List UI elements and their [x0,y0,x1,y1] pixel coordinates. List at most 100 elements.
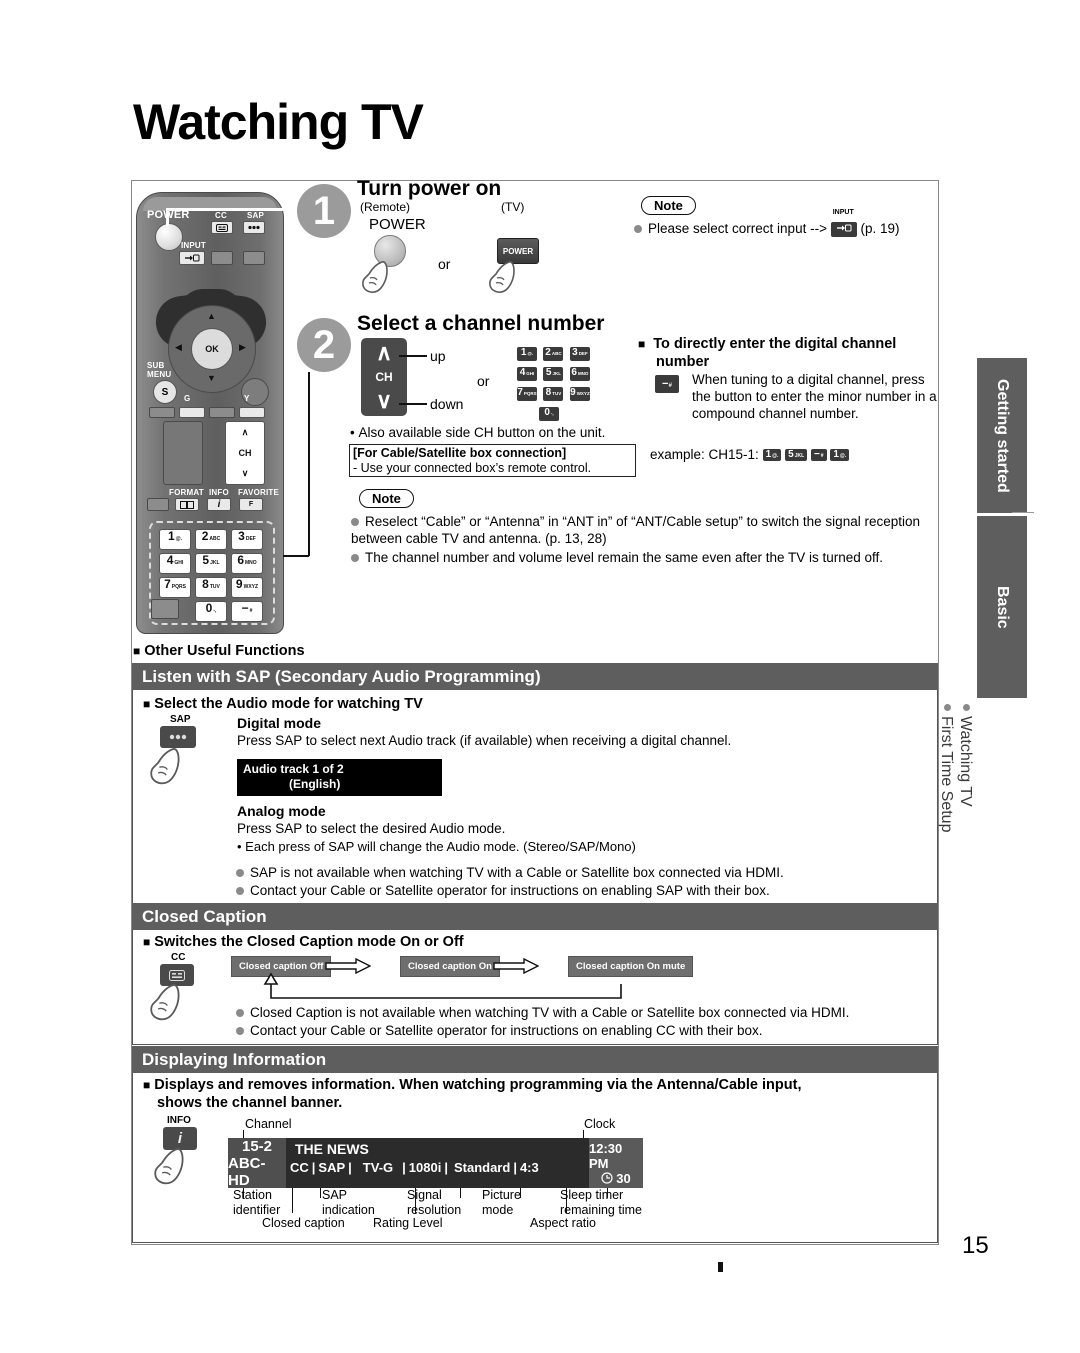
banner-picture-mode: Standard [453,1160,511,1175]
sidebar-bullet-1 [963,704,970,711]
nav-up-icon[interactable]: ▲ [207,311,216,321]
remote-key-1[interactable]: 1 @. [159,529,191,550]
sep: | [402,1160,406,1175]
remote-key-4[interactable]: 4 GHI [159,553,191,574]
leader-line-keypad [283,555,309,557]
remote-format-button[interactable] [175,498,199,511]
callout-lower-aspect-ratio: Aspect ratio [530,1216,597,1230]
callout-cc-leader [292,1188,294,1213]
remote-ch-up-icon: ∧ [241,427,249,437]
section-bar-sap: Listen with SAP (Secondary Audio Program… [132,663,938,690]
remote-format-label: FORMAT [169,488,204,497]
example-key-1b: 1 @. [830,449,850,462]
pointing-hand-icon-3 [150,748,180,785]
callout-channel: Channel [245,1117,292,1131]
sap-osd-line-1: Audio track 1 of 2 [243,762,344,776]
sap-note-2: Contact your Cable or Satellite operator… [236,882,926,899]
remote-sub-menu-button[interactable]: S [153,380,177,404]
remote-menu-label: MENU [147,370,172,379]
remote-input-button[interactable] [179,251,205,265]
nav-right-icon[interactable]: ▶ [239,342,246,353]
nav-down-icon[interactable]: ▼ [207,373,216,383]
remote-info-button[interactable]: i [207,498,231,511]
step-2-up-label: up [430,348,446,364]
keypad-key-6[interactable]: 6 MNO [569,367,590,381]
keypad-key-1[interactable]: 1 @. [517,347,537,361]
ch-up-icon: ∧ [375,340,393,365]
callout-clock: Clock [584,1117,616,1131]
remote-key-8[interactable]: 8 TUV [195,577,227,598]
sap-sub-heading: Select the Audio mode for watching TV [143,696,423,712]
remote-channel-rocker[interactable]: ∧ CH ∨ [225,421,265,485]
sidebar-link-first-time-setup[interactable]: First Time Setup [937,716,955,876]
remote-favorite-button[interactable]: F [239,498,263,511]
remote-power-button[interactable] [155,223,183,251]
example-key-5: 5 JKL [785,449,808,462]
sidebar-tab-basic[interactable]: Basic [977,516,1027,698]
banner-rating: TV-G [362,1160,394,1175]
note-2-item-2: The channel number and volume level rema… [351,549,937,566]
remote-input-label: INPUT [181,241,206,250]
keypad-key-8[interactable]: 8 TUV [543,387,564,401]
remote-key-7[interactable]: 7 PQRS [159,577,191,598]
sap-osd-box: Audio track 1 of 2 (English) [237,759,442,796]
remote-cc-button[interactable] [211,221,233,234]
pointing-hand-icon-2 [489,261,515,293]
banner-clock: 12:30 PM [589,1140,623,1171]
keypad-key-0[interactable]: 0 -, [539,407,559,421]
remote-blank-button-4[interactable] [151,599,179,619]
note-1-title: Note [641,196,696,215]
remote-ok-button[interactable]: OK [191,328,233,370]
example-key-dash: − # [810,449,827,462]
remote-key-0[interactable]: 0 -, [195,601,227,622]
keypad-key-7[interactable]: 7 PQRS [517,387,537,401]
remote-sap-label: SAP [247,211,265,220]
sep: | [513,1160,517,1175]
remote-key-6[interactable]: 6 MNO [231,553,263,574]
remote-blank-button-1[interactable] [211,251,233,265]
remote-info-label: INFO [209,488,229,497]
channel-banner: 15-2 ABC-HD THE NEWS CC | SAP | TV-G | 108… [228,1138,643,1189]
sep: | [444,1160,448,1175]
callout-lower-closed-caption: Closed caption [262,1216,345,1230]
remote-volume-rocker[interactable] [163,421,203,485]
callout-sap-leader [320,1188,322,1198]
remote-blank-button-3[interactable] [147,498,169,511]
keypad-key-5[interactable]: 5 JKL [543,367,564,381]
remote-key-dash[interactable]: − # [231,601,263,622]
remote-key-9[interactable]: 9 WXYZ [231,577,263,598]
step-1-remote-label: (Remote) [360,200,411,214]
keypad-key-4[interactable]: 4 GHI [517,367,537,381]
remote-sap-button[interactable] [243,221,265,234]
remote-key-3[interactable]: 3 DEF [231,529,263,550]
digital-channel-heading: To directly enter the digital channel [638,336,943,353]
remote-color-button-g[interactable] [179,407,205,418]
input-arrow-icon [185,254,200,262]
callout-signal: Signal resolution [407,1188,462,1217]
step-2-keypad: 1 @. 2 ABC 3 DEF 4 GHI 5 JKL 6 MNO 7 PQRS 8 TUV … [516,342,596,422]
sidebar-tab-getting-started[interactable]: Getting started [977,358,1027,513]
cable-box-callout: [For Cable/Satellite box connection] - U… [349,444,636,477]
remote-color-button-3[interactable] [209,407,235,418]
loop-back-arrow-icon [263,972,622,999]
callout-picture-leader [520,1188,522,1198]
step-2-circle: 2 [297,318,351,372]
remote-blank-button-2[interactable] [243,251,265,265]
pointing-hand-icon-5 [154,1148,184,1185]
pointing-hand-icon-1 [362,261,388,293]
sidebar-link-watching-tv[interactable]: Watching TV [956,716,974,866]
keypad-key-9[interactable]: 9 WXYZ [569,387,590,401]
remote-control-illustration: POWER CC SAP INPUT ▲ ▼ ◀ ▶ OK SUB MENU S… [136,192,284,634]
keypad-key-3[interactable]: 3 DEF [569,347,590,361]
keypad-key-2[interactable]: 2 ABC [543,347,564,361]
remote-key-2[interactable]: 2 ABC [195,529,227,550]
remote-key-5[interactable]: 5 JKL [195,553,227,574]
remote-color-button-1[interactable] [149,407,175,418]
nav-left-icon[interactable]: ◀ [175,342,182,353]
bullet-icon [634,225,642,234]
example-key-1: 1 @. [762,449,782,462]
remote-color-button-y[interactable] [239,407,265,418]
leader-line-power-v [166,208,169,226]
step-2-down-label: down [430,396,464,412]
cc-note-1: Closed Caption is not available when wat… [236,1004,926,1021]
